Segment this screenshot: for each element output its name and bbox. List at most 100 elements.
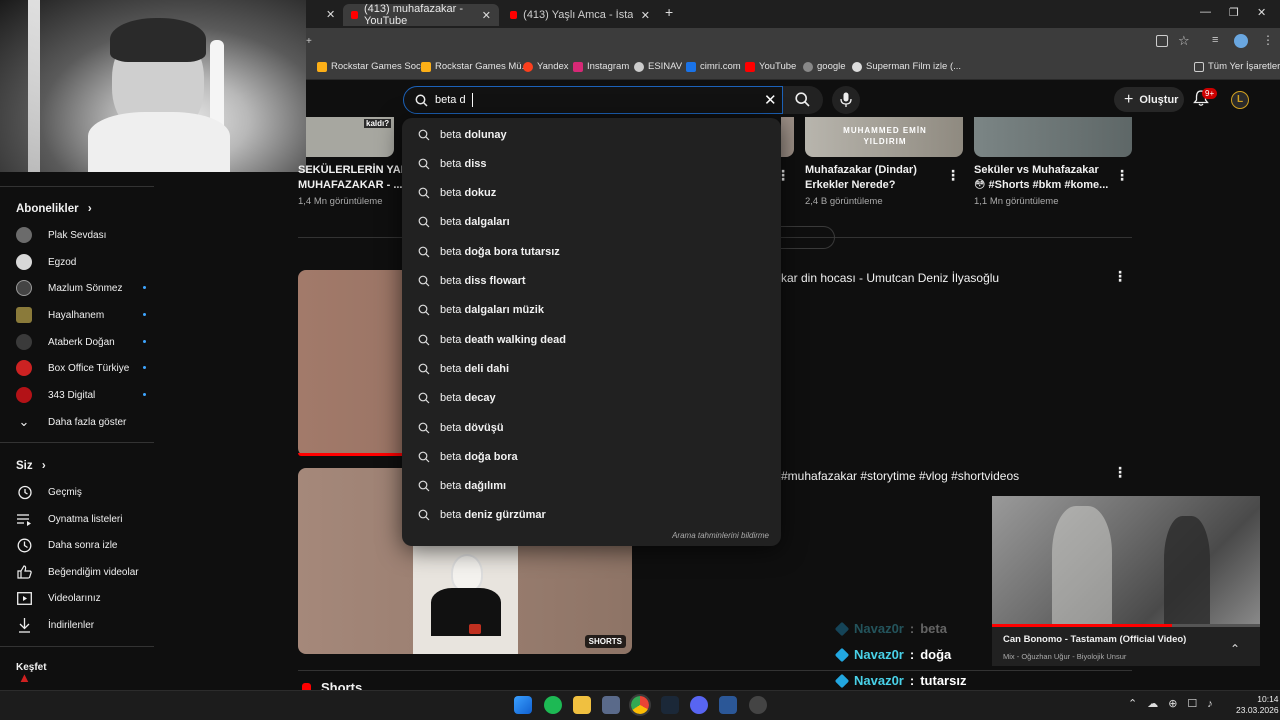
clear-search-icon[interactable]: ✕ (764, 91, 777, 109)
bookmark-esinav[interactable]: ESINAV (634, 61, 682, 72)
mini-player-video[interactable] (992, 496, 1260, 626)
close-icon[interactable]: ✕ (326, 8, 335, 21)
star-icon[interactable]: ☆ (1178, 33, 1190, 49)
report-predictions-link[interactable]: Arama tahminlerini bildirme (672, 531, 769, 540)
chrome-icon[interactable] (629, 694, 651, 716)
tab-yasli-amca[interactable]: (413) Yaşlı Amca - İstanbul Bey ✕ (502, 4, 658, 26)
file-explorer-icon[interactable] (573, 696, 591, 714)
sidebar-item-ataberk-dogan[interactable]: Ataberk Doğan (16, 332, 146, 352)
sidebar-item-plak-sevdasi[interactable]: Plak Sevdası (16, 225, 146, 245)
search-suggestion[interactable]: beta doğa bora tutarsız (402, 237, 781, 266)
windows-start-icon[interactable] (514, 696, 532, 714)
sidebar-item-history[interactable]: Geçmiş (16, 482, 146, 502)
watch-later-icon (16, 537, 32, 553)
divider (0, 186, 154, 187)
video-menu-icon[interactable]: ⋮ (1113, 268, 1127, 285)
close-icon[interactable]: ✕ (482, 9, 491, 22)
mini-player-progress[interactable] (992, 624, 1260, 627)
video-thumbnail[interactable] (781, 117, 794, 157)
show-more-button[interactable]: ⌄ Daha fazla göster (16, 412, 146, 432)
tab-muhafazakar[interactable]: (413) muhafazakar - YouTube ✕ (343, 3, 499, 27)
sidebar-item-343-digital[interactable]: 343 Digital (16, 385, 146, 405)
search-suggestion[interactable]: beta decay (402, 384, 781, 413)
bookmark-rockstar-social[interactable]: Rockstar Games Soc... (317, 61, 429, 72)
cast-icon[interactable] (1156, 35, 1168, 47)
search-suggestion[interactable]: beta dağılımı (402, 472, 781, 501)
video-title[interactable]: #muhafazakar #storytime #vlog #shortvide… (781, 469, 1021, 484)
search-suggestion[interactable]: beta doğa bora (402, 442, 781, 471)
close-icon[interactable]: ✕ (641, 9, 650, 22)
bookmark-rockstar-music[interactable]: Rockstar Games Mü... (421, 61, 530, 72)
video-menu-icon[interactable]: ⋮ (1115, 167, 1129, 184)
sidebar-item-egzod[interactable]: Egzod (16, 252, 146, 272)
battlenet-icon[interactable] (719, 696, 737, 714)
search-suggestion[interactable]: beta dokuz (402, 179, 781, 208)
forward-icon[interactable]: + (306, 36, 312, 47)
clock[interactable]: 10:14 23.03.2026 (1236, 694, 1279, 716)
search-suggestion[interactable]: beta diss (402, 149, 781, 178)
search-suggestion[interactable]: beta deli dahi (402, 354, 781, 383)
bookmark-cimri[interactable]: cimri.com (686, 61, 741, 72)
media-icon[interactable]: ≡ (1212, 34, 1218, 46)
search-suggestion[interactable]: beta diss flowart (402, 267, 781, 296)
sidebar-item-box-office[interactable]: Box Office Türkiye (16, 358, 146, 378)
voice-search-button[interactable] (832, 86, 860, 114)
discord-icon[interactable] (690, 696, 708, 714)
profile-icon[interactable] (1234, 34, 1248, 48)
spotify-icon[interactable] (544, 696, 562, 714)
search-button[interactable] (783, 86, 823, 114)
mini-player[interactable]: Can Bonomo - Tastamam (Official Video) M… (992, 496, 1260, 666)
subscriptions-title[interactable]: Abonelikler › (16, 203, 92, 215)
search-suggestion[interactable]: beta deniz gürzümar (402, 501, 781, 530)
notifications-button[interactable]: 9+ (1193, 88, 1218, 110)
you-title[interactable]: Siz › (16, 460, 46, 472)
bookmark-youtube[interactable]: YouTube (745, 61, 796, 72)
new-content-dot (143, 340, 146, 343)
search-suggestion[interactable]: beta death walking dead (402, 325, 781, 354)
video-title[interactable]: Muhafazakar (Dindar) Erkekler Nerede? (805, 163, 917, 193)
restore-button[interactable]: ❐ (1229, 6, 1239, 19)
store-icon[interactable] (602, 696, 620, 714)
search-value: beta d (435, 94, 466, 106)
minimize-button[interactable]: — (1200, 6, 1211, 18)
sidebar-item-hayalhanem[interactable]: Hayalhanem (16, 305, 146, 325)
create-button[interactable]: + Oluştur (1114, 87, 1184, 112)
steam-icon[interactable] (661, 696, 679, 714)
video-title[interactable]: kar din hocası - Umutcan Deniz İlyasoğlu (781, 271, 999, 286)
sidebar-item-playlists[interactable]: Oynatma listeleri (16, 509, 146, 529)
bookmark-google[interactable]: google (803, 61, 846, 72)
system-tray[interactable]: ⌃☁⊕☐♪ (1128, 697, 1223, 710)
video-menu-icon[interactable]: ⋮ (1113, 464, 1127, 481)
all-bookmarks[interactable]: Tüm Yer İşaretleri (1194, 61, 1280, 72)
video-title[interactable]: Seküler vs Muhafazakar 😳 #Shorts #bkm #ko… (974, 163, 1110, 193)
video-title[interactable]: SEKÜLERLERİN YANINMUHAFAZAKAR - ... (298, 163, 402, 193)
avatar[interactable]: L (1231, 91, 1249, 109)
obs-icon[interactable] (749, 696, 767, 714)
search-suggestion[interactable]: beta dalgaları (402, 208, 781, 237)
video-thumbnail[interactable] (974, 117, 1132, 157)
tab-close-partial[interactable]: ✕ (306, 4, 335, 26)
search-suggestion[interactable]: beta dolunay (402, 120, 781, 149)
show-more-pill[interactable] (780, 226, 835, 249)
new-tab-button[interactable]: + (665, 4, 673, 20)
divider (298, 670, 1132, 671)
video-thumbnail[interactable]: MUHAMMED EMİN YILDIRIM (805, 117, 963, 157)
person-body (431, 588, 501, 636)
sidebar-item-your-videos[interactable]: Videolarınız (16, 588, 146, 608)
chevron-up-icon[interactable]: ⌃ (1230, 642, 1240, 656)
playlists-icon (16, 511, 32, 527)
search-suggestion[interactable]: beta dövüşü (402, 413, 781, 442)
sidebar-item-liked-videos[interactable]: Beğendiğim videolar (16, 562, 146, 582)
sidebar-item-mazlum-sonmez[interactable]: Mazlum Sönmez (16, 278, 146, 298)
video-thumbnail[interactable]: kaldı? (306, 117, 394, 157)
bookmark-superman[interactable]: Superman Film izle (... (852, 61, 961, 72)
search-suggestion[interactable]: beta dalgaları müzik (402, 296, 781, 325)
bookmark-instagram[interactable]: Instagram (573, 61, 629, 72)
video-menu-icon[interactable]: ⋮ (946, 167, 960, 184)
close-window-button[interactable]: ✕ (1257, 6, 1266, 19)
menu-icon[interactable]: ⋮ (1262, 33, 1274, 47)
search-input[interactable]: beta d ✕ (403, 86, 783, 114)
sidebar-item-watch-later[interactable]: Daha sonra izle (16, 535, 146, 555)
sidebar-item-downloads[interactable]: İndirilenler (16, 615, 146, 635)
bookmark-yandex[interactable]: Yandex (523, 61, 569, 72)
